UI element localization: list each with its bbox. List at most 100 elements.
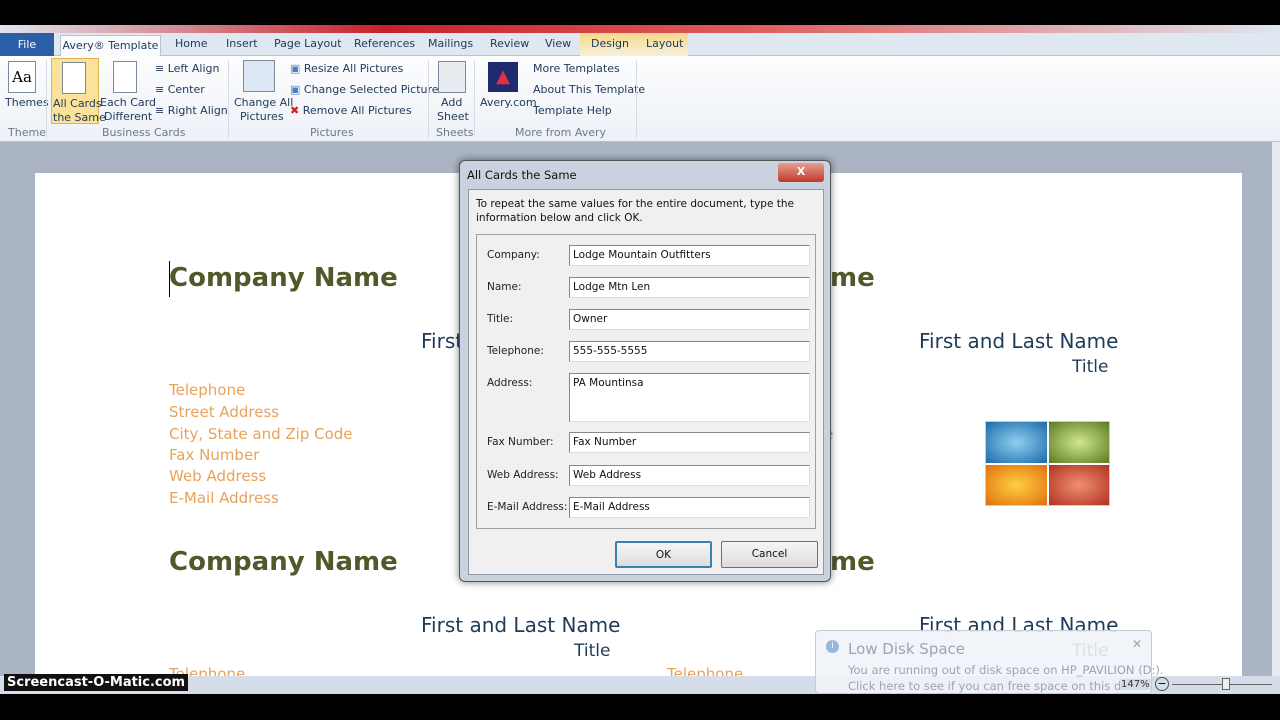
company-label: Company: (487, 249, 540, 261)
tab-layout[interactable]: Layout (646, 37, 683, 50)
card-fax[interactable]: Fax Number (169, 446, 259, 464)
avery-logo-icon: ▲ (488, 62, 518, 92)
tab-home[interactable]: Home (175, 37, 207, 50)
resize-all-pictures-button[interactable]: ▣ Resize All Pictures (290, 62, 403, 75)
separator (636, 60, 637, 138)
tab-review[interactable]: Review (490, 37, 529, 50)
notification-line-2: Click here to see if you can free space … (848, 679, 1147, 693)
card-name[interactable]: First and Last Name (421, 613, 620, 637)
change-selected-label: Change Selected Picture (303, 83, 439, 96)
tab-avery-template[interactable]: Avery® Template (60, 35, 161, 57)
card-name[interactable]: First and Last Name (919, 329, 1118, 353)
cards-icon (62, 62, 86, 94)
card-city[interactable]: City, State and Zip Code (169, 425, 353, 443)
group-label-theme: Theme (8, 126, 46, 139)
template-help-link[interactable]: Template Help (533, 104, 612, 117)
card-company-partial[interactable]: me (830, 263, 875, 293)
ok-button[interactable]: OK (615, 541, 712, 568)
ribbon: Aa Themes Theme All Cards the Same Each … (0, 56, 1280, 142)
change-pictures-icon (243, 60, 275, 92)
notification-line-1: You are running out of disk space on HP_… (848, 663, 1164, 677)
tab-page-layout[interactable]: Page Layout (274, 37, 342, 50)
low-disk-space-notification[interactable]: i Low Disk Space You are running out of … (815, 630, 1164, 694)
dialog-body: To repeat the same values for the entire… (468, 189, 824, 575)
remove-all-pictures-button[interactable]: ✖ Remove All Pictures (290, 104, 412, 117)
separator (46, 60, 47, 138)
fax-label: Fax Number: (487, 436, 554, 448)
right-align-label: Right Align (167, 104, 228, 117)
about-template-link[interactable]: About This Template (533, 83, 645, 96)
dialog-instructions: To repeat the same values for the entire… (476, 198, 794, 224)
info-icon: i (826, 640, 839, 653)
address-label: Address: (487, 377, 533, 389)
more-templates-link[interactable]: More Templates (533, 62, 620, 75)
name-field[interactable]: Lodge Mtn Len (569, 277, 810, 298)
center-button[interactable]: ≡ Center (155, 83, 205, 96)
left-align-button[interactable]: ≡ Left Align (155, 62, 220, 75)
each-card-different-button[interactable]: Each Card (100, 96, 156, 109)
card-title[interactable]: Title (1072, 357, 1108, 377)
email-label: E-Mail Address: (487, 501, 568, 513)
resize-label: Resize All Pictures (303, 62, 404, 75)
dialog-close-button[interactable]: X (778, 163, 824, 182)
all-cards-same-dialog: All Cards the Same X To repeat the same … (459, 160, 831, 582)
zoom-slider-thumb[interactable] (1222, 678, 1230, 690)
zoom-out-button[interactable]: − (1155, 677, 1169, 691)
remove-icon: ✖ (290, 104, 300, 117)
avery-com-button[interactable]: Avery.com (480, 96, 537, 109)
group-label-sheets: Sheets (436, 126, 474, 139)
tab-view[interactable]: View (545, 37, 571, 50)
card-web[interactable]: Web Address (169, 467, 266, 485)
all-cards-label-2: the Same (53, 111, 106, 124)
change-all-pictures-button[interactable]: Change All (234, 96, 293, 109)
group-label-more-from-avery: More from Avery (515, 126, 607, 139)
all-cards-label: All Cards (53, 97, 102, 110)
card-company[interactable]: Company Name (169, 263, 398, 293)
card-flower-image[interactable] (985, 421, 1110, 506)
vertical-scrollbar[interactable] (1272, 142, 1280, 676)
tab-insert[interactable]: Insert (226, 37, 258, 50)
tab-design[interactable]: Design (591, 37, 629, 50)
watermark: Screencast-O-Matic.com (4, 674, 189, 691)
themes-button[interactable]: Themes (5, 96, 49, 109)
card-company[interactable]: Company Name (169, 547, 398, 577)
card-title[interactable]: Title (574, 641, 610, 661)
each-card-icon (113, 61, 137, 93)
tab-mailings[interactable]: Mailings (428, 37, 473, 50)
tab-references[interactable]: References (354, 37, 415, 50)
right-align-button[interactable]: ≡ Right Align (155, 104, 228, 117)
add-sheet-button[interactable]: Add (441, 96, 462, 109)
ribbon-tabs: File Avery® Template Home Insert Page La… (0, 33, 1280, 57)
card-company-partial[interactable]: me (830, 547, 875, 577)
notification-title: Low Disk Space (848, 640, 966, 658)
card-telephone[interactable]: Telephone (169, 381, 245, 399)
all-cards-same-button[interactable]: All Cards the Same (51, 58, 106, 124)
card-email[interactable]: E-Mail Address (169, 489, 279, 507)
change-all-label-2: Pictures (240, 110, 284, 123)
video-bottom-bar (0, 694, 1280, 720)
telephone-field[interactable]: 555-555-5555 (569, 341, 810, 362)
web-field[interactable]: Web Address (569, 465, 810, 486)
title-field[interactable]: Owner (569, 309, 810, 330)
notification-close-icon[interactable]: ✕ (1132, 637, 1142, 651)
address-field[interactable]: PA Mountinsa (569, 373, 810, 422)
resize-icon: ▣ (290, 62, 301, 75)
email-field[interactable]: E-Mail Address (569, 497, 810, 518)
group-label-business-cards: Business Cards (102, 126, 186, 139)
change-picture-icon: ▣ (290, 83, 301, 96)
change-selected-picture-button[interactable]: ▣ Change Selected Picture (290, 83, 439, 96)
group-label-pictures: Pictures (310, 126, 354, 139)
remove-label: Remove All Pictures (302, 104, 412, 117)
fax-field[interactable]: Fax Number (569, 432, 810, 453)
card-street[interactable]: Street Address (169, 403, 279, 421)
title-label: Title: (487, 313, 514, 325)
tab-file[interactable]: File (0, 33, 54, 56)
card-name-partial[interactable]: First (421, 329, 463, 353)
zoom-level[interactable]: 147% (1120, 679, 1151, 690)
telephone-label: Telephone: (487, 345, 544, 357)
video-top-bar (0, 0, 1280, 25)
cancel-button[interactable]: Cancel (721, 541, 818, 568)
fields-group: Company: Lodge Mountain Outfitters Name:… (476, 234, 816, 529)
company-field[interactable]: Lodge Mountain Outfitters (569, 245, 810, 266)
left-align-label: Left Align (167, 62, 220, 75)
